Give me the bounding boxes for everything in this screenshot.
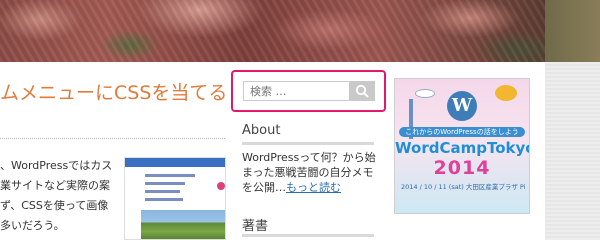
read-more-link[interactable]: もっと読む bbox=[286, 181, 341, 194]
about-title-rule bbox=[242, 142, 374, 145]
search-icon bbox=[355, 84, 369, 98]
excerpt-line: 多いだろう。 bbox=[0, 219, 65, 232]
banner-year: 2014 bbox=[433, 157, 491, 179]
wordpress-logo-icon: W bbox=[447, 91, 477, 121]
post-thumbnail[interactable] bbox=[124, 157, 226, 240]
about-widget-title: About bbox=[242, 123, 281, 138]
search-widget bbox=[231, 70, 386, 112]
search-button[interactable] bbox=[349, 81, 375, 101]
banner-event-name: WordCampTokyo bbox=[395, 139, 530, 157]
banner-ribbon: これからのWordPressの話をしよう bbox=[399, 127, 525, 137]
excerpt-line: 業サイトなど実際の案 bbox=[0, 179, 110, 192]
banner-date: 2014 / 10 / 11 (sat) 大田区産業プラザ PiO bbox=[401, 183, 525, 191]
header-image-edge bbox=[545, 0, 600, 62]
about-line: を公開… bbox=[242, 181, 286, 194]
header-image bbox=[0, 0, 545, 62]
excerpt-line: ず、CSSを使って画像 bbox=[0, 199, 109, 212]
post-divider bbox=[0, 138, 225, 139]
mascot-icon bbox=[495, 85, 517, 101]
thumbnail-photo bbox=[141, 210, 225, 239]
thumbnail-header-bar bbox=[125, 158, 225, 167]
books-title-rule bbox=[242, 234, 374, 237]
page-background bbox=[545, 62, 600, 240]
blimp-icon bbox=[415, 89, 435, 98]
excerpt-line: 、WordPressではカス bbox=[0, 159, 113, 172]
wordcamp-banner[interactable]: W これからのWordPressの話をしよう WordCampTokyo 201… bbox=[394, 78, 530, 214]
about-line: まった悪戦苦闘の自分メモ bbox=[242, 166, 374, 179]
about-widget-text: WordPressって何？から始 まった悪戦苦闘の自分メモ を公開…もっと読む bbox=[242, 150, 382, 195]
post-title[interactable]: ムメニューにCSSを当てる bbox=[0, 78, 225, 105]
post-excerpt: 、WordPressではカス 業サイトなど実際の案 ず、CSSを使って画像 多い… bbox=[0, 156, 118, 236]
about-line: WordPressって何？から始 bbox=[242, 151, 376, 164]
search-input[interactable] bbox=[243, 81, 350, 101]
thumbnail-menu-lines bbox=[145, 174, 195, 206]
books-widget-title: 著書 bbox=[242, 219, 269, 234]
thumbnail-badge bbox=[217, 182, 225, 190]
